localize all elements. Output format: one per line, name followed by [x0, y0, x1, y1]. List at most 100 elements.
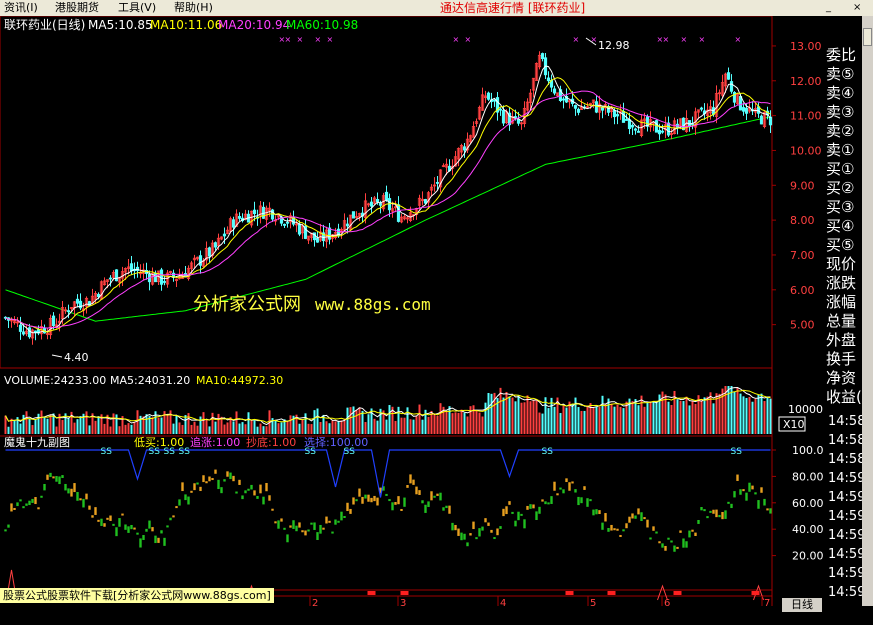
volume-bar: [103, 423, 106, 434]
indicator-bar: [148, 520, 151, 529]
signal-cross: ×: [699, 35, 706, 44]
indicator-bar: [22, 506, 25, 509]
indicator-bar: [64, 483, 67, 491]
indicator-bar: [472, 521, 475, 530]
volume-bar: [427, 416, 430, 434]
footer-banner[interactable]: 股票公式股票软件下载[分析家公式网www.88gs.com]: [0, 588, 274, 603]
volume-bar: [457, 412, 460, 434]
indicator-bar: [433, 495, 436, 498]
period-tab[interactable]: 日线: [782, 598, 822, 612]
volume-bar: [667, 401, 670, 434]
indicator-bar: [49, 472, 52, 478]
indicator-title: 魔鬼十九副图: [4, 435, 70, 449]
minimize-button[interactable]: _: [826, 1, 831, 15]
volume-bar: [502, 397, 505, 434]
indicator-tick-label: 40.00: [792, 523, 824, 536]
volume-bar: [463, 412, 466, 434]
indicator-bar: [244, 490, 247, 494]
menu-item-tools[interactable]: 工具(V): [118, 1, 156, 15]
indicator-bar: [721, 511, 724, 520]
indicator-bar: [112, 523, 115, 526]
volume-bar: [607, 398, 610, 434]
vertical-scrollbar[interactable]: [862, 16, 873, 606]
volume-bar: [748, 396, 751, 434]
indicator-bar: [331, 531, 334, 534]
indicator-bar: [43, 483, 46, 491]
candle-body: [726, 72, 731, 80]
indicator-bar: [511, 511, 514, 514]
volume-bar: [409, 419, 412, 434]
volume-bar: [217, 413, 220, 434]
volume-bar: [247, 412, 250, 434]
volume-bar: [682, 401, 685, 434]
indicator-bar: [505, 506, 508, 515]
quote-label: 买⑤: [826, 236, 855, 254]
indicator-bar: [100, 518, 103, 526]
candle-body: [594, 101, 599, 113]
indicator-bar: [703, 509, 706, 512]
indicator-bar: [364, 494, 367, 499]
indicator-bar: [253, 490, 256, 496]
quote-panel: 委比 卖⑤ 卖④ 卖③ 卖② 卖① 买① 买② 买③ 买④ 买⑤ 现价 涨跌 涨幅 总量 外盘 换手 净资 收益(: [826, 46, 862, 407]
indicator-tick-label: 60.00: [792, 497, 824, 510]
candle-body: [222, 233, 227, 237]
indicator-bar: [478, 528, 481, 537]
volume-bar: [676, 399, 679, 434]
close-button[interactable]: ×: [853, 1, 861, 15]
indicator-bar: [82, 498, 85, 508]
volume-bar: [334, 421, 337, 434]
legend-chase: 追涨:1.00: [190, 435, 240, 449]
indicator-bar: [121, 513, 124, 516]
volume-bar: [511, 397, 514, 434]
menu-item-info[interactable]: 资讯(I): [4, 1, 38, 15]
volume-bar: [127, 423, 130, 434]
indicator-bar: [748, 482, 751, 492]
volume-bar: [655, 401, 658, 434]
candle-body: [351, 211, 356, 219]
kline-chart[interactable]: × × × × × × × × × × × × × × 13.0012.0011.0010.009.008…: [0, 16, 862, 606]
x-axis-label: 6: [664, 598, 670, 606]
indicator-bar: [670, 540, 673, 543]
indicator-bar: [700, 507, 703, 511]
volume-bar: [601, 395, 604, 434]
indicator-bar: [724, 510, 727, 519]
indicator-bar: [547, 502, 550, 505]
volume-bar: [568, 401, 571, 434]
candle-body: [687, 120, 692, 127]
volume-bar: [610, 403, 613, 434]
indicator-bar: [220, 487, 223, 494]
volume-bar: [688, 405, 691, 434]
volume-unit: X10: [783, 418, 805, 431]
price-tick-label: 6.00: [790, 284, 815, 297]
volume-bar: [760, 393, 763, 434]
candle-body: [768, 116, 773, 126]
indicator-bar: [508, 501, 511, 505]
volume-bar: [556, 397, 559, 434]
volume-bar: [226, 422, 229, 434]
price-tick-label: 10.00: [790, 144, 822, 157]
ma5-label: MA5:10.85: [88, 18, 153, 32]
candle-body: [699, 107, 704, 110]
indicator-bar: [487, 522, 490, 526]
menu-item-hk-futures[interactable]: 港股期货: [55, 1, 99, 15]
scrollbar-thumb[interactable]: [863, 28, 872, 46]
menu-item-help[interactable]: 帮助(H): [174, 1, 213, 15]
indicator-bar: [559, 487, 562, 490]
volume-bar: [721, 388, 724, 434]
candle-body: [231, 219, 236, 228]
volume-bar: [313, 410, 316, 434]
volume-bar: [307, 423, 310, 434]
indicator-bar: [586, 498, 589, 507]
indicator-bar: [130, 524, 133, 530]
indicator-bar: [628, 516, 631, 523]
candle-body: [315, 237, 320, 243]
indicator-bar: [436, 493, 439, 496]
indicator-bar: [649, 537, 652, 540]
indicator-bar: [526, 505, 529, 510]
indicator-bar: [346, 502, 349, 512]
menu-bar: 资讯(I) 港股期货 工具(V) 帮助(H) 通达信高速行情 [联环药业] _ …: [0, 0, 873, 17]
indicator-bar: [691, 529, 694, 532]
indicator-bar: [751, 485, 754, 490]
volume-bar: [739, 393, 742, 434]
quote-label: 卖③: [826, 103, 855, 121]
